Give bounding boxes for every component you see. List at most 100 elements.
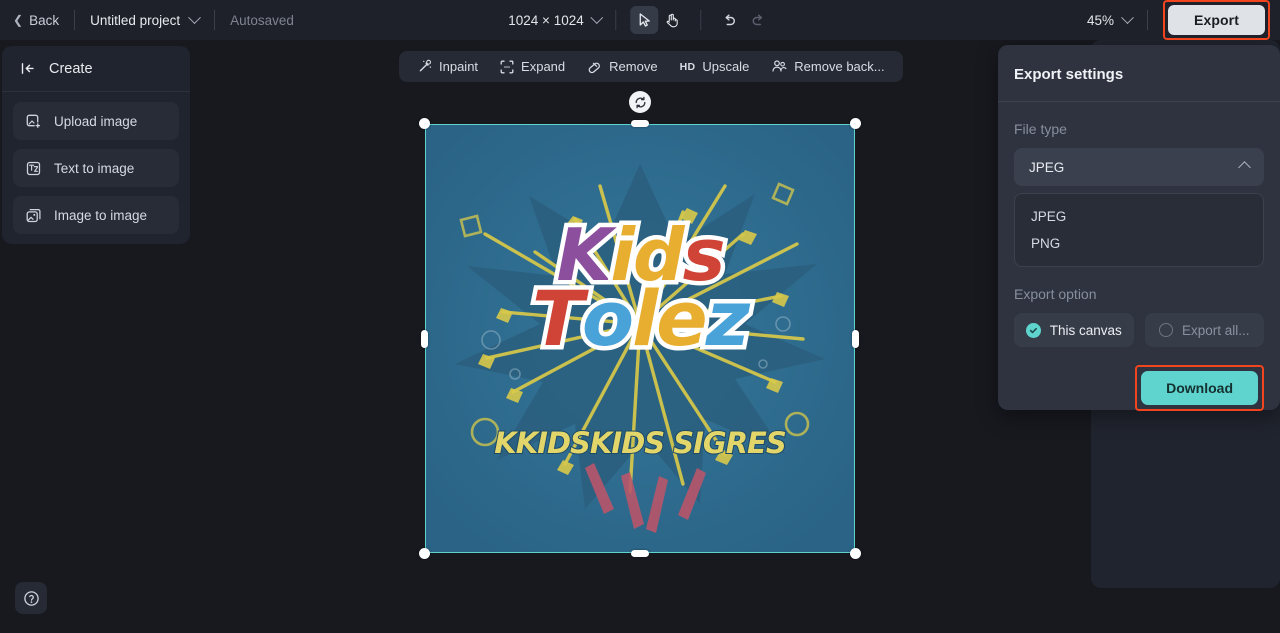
image-to-image-icon — [26, 208, 41, 222]
expand-frame-icon — [500, 60, 514, 73]
toolbar-item-label: Upscale — [702, 59, 750, 74]
artboard-selection[interactable]: Kids Tolez KKIDSKIDS SIGRES — [419, 91, 861, 559]
hd-badge-icon: HD — [679, 60, 696, 73]
top-bar: ❮ Back Untitled project Autosaved 1024 ×… — [0, 0, 1280, 40]
top-bar-left: ❮ Back Untitled project Autosaved — [0, 0, 294, 40]
sidebar-item-text-to-image[interactable]: Text to image — [13, 149, 179, 187]
file-type-options-list: JPEG PNG — [1014, 193, 1264, 267]
create-sidebar: Create Upload image Text to image Image … — [2, 46, 190, 244]
export-option-label: This canvas — [1049, 322, 1122, 338]
artwork-letter: l — [628, 274, 663, 364]
export-option-export-all[interactable]: Export all... — [1144, 313, 1264, 347]
divider — [615, 10, 617, 30]
resize-handle-top-left[interactable] — [419, 118, 430, 129]
remove-background-icon — [772, 60, 787, 72]
artwork-subtitle: KKIDSKIDS SIGRES — [493, 425, 788, 461]
resize-handle-bottom[interactable] — [631, 550, 649, 557]
divider — [700, 10, 702, 30]
download-button[interactable]: Download — [1141, 371, 1258, 405]
autosaved-status: Autosaved — [230, 12, 294, 28]
chevron-down-icon — [590, 10, 604, 24]
file-type-label: File type — [1014, 121, 1067, 137]
sidebar-items: Upload image Text to image Image to imag… — [2, 92, 190, 234]
undo-button[interactable] — [716, 6, 744, 34]
project-dropdown-button[interactable] — [188, 10, 201, 25]
undo-arrow-icon — [725, 14, 735, 25]
toolbar-item-remove-background[interactable]: Remove back... — [761, 54, 894, 79]
artwork-title-line2: Tolez — [425, 274, 855, 364]
top-bar-right: 45% Export — [1087, 0, 1280, 40]
resize-handle-top-right[interactable] — [850, 118, 861, 129]
resize-handle-left[interactable] — [421, 329, 428, 348]
divider — [74, 10, 76, 30]
canvas-size-selector[interactable]: 1024 × 1024 — [508, 10, 604, 28]
export-option-label: Export option — [1014, 286, 1097, 302]
resize-handle-top[interactable] — [631, 120, 649, 127]
divider — [214, 10, 216, 30]
file-type-select[interactable]: JPEG — [1014, 148, 1264, 186]
radio-empty-icon — [1158, 323, 1173, 337]
pan-tool-button[interactable] — [659, 6, 687, 34]
toolbar-item-label: Remove — [609, 59, 658, 74]
check-circle-icon — [1025, 322, 1041, 338]
chevron-left-icon: ❮ — [13, 13, 24, 27]
toolbar-item-label: Inpaint — [439, 59, 479, 74]
export-option-label: Export all... — [1181, 322, 1250, 338]
toolbar-item-expand[interactable]: Expand — [490, 54, 575, 79]
cursor-arrow-icon — [640, 13, 651, 27]
divider — [1147, 10, 1149, 30]
export-settings-body: File type JPEG JPEG PNG Export option Th… — [998, 121, 1280, 411]
canvas-context-toolbar: Inpaint Expand Remove HD Upscale Remove … — [399, 51, 903, 82]
help-button[interactable] — [15, 582, 47, 614]
select-tool-button[interactable] — [630, 6, 659, 34]
eraser-icon — [588, 62, 601, 74]
chevron-down-icon — [188, 10, 201, 24]
artwork-title: Kids Tolez — [425, 214, 855, 364]
export-button[interactable]: Export — [1168, 5, 1265, 35]
sidebar-header-create[interactable]: Create — [2, 46, 190, 92]
artwork-letter: T — [528, 274, 589, 364]
download-row: Download — [1014, 365, 1264, 411]
toolbar-item-remove[interactable]: Remove — [577, 54, 667, 79]
resize-handle-bottom-right[interactable] — [850, 548, 861, 559]
sidebar-item-label: Upload image — [54, 113, 138, 129]
file-type-option-jpeg[interactable]: JPEG — [1015, 203, 1263, 230]
export-settings-title: Export settings — [998, 45, 1280, 102]
artboard-image[interactable]: Kids Tolez KKIDSKIDS SIGRES — [425, 124, 855, 553]
zoom-level-selector[interactable]: 45% — [1087, 10, 1134, 28]
artwork-letter: e — [652, 274, 712, 364]
zoom-level-value: 45% — [1087, 12, 1115, 28]
sidebar-item-upload-image[interactable]: Upload image — [13, 102, 179, 140]
file-type-option-png[interactable]: PNG — [1015, 230, 1263, 257]
hand-icon — [667, 13, 679, 28]
resize-handle-bottom-left[interactable] — [419, 548, 430, 559]
toolbar-item-upscale[interactable]: HD Upscale — [670, 54, 760, 79]
sidebar-item-label: Image to image — [54, 207, 148, 223]
export-option-this-canvas[interactable]: This canvas — [1014, 313, 1134, 347]
rotate-icon — [635, 96, 645, 108]
collapse-panel-icon — [21, 62, 34, 74]
back-label: Back — [29, 12, 60, 28]
canvas-size-value: 1024 × 1024 — [508, 12, 584, 28]
chevron-up-icon — [1238, 160, 1251, 174]
toolbar-item-label: Remove back... — [794, 59, 885, 74]
back-button[interactable]: ❮ Back — [13, 13, 59, 28]
rotate-handle[interactable] — [629, 91, 651, 113]
artwork-letter: z — [701, 274, 754, 364]
toolbar-item-inpaint[interactable]: Inpaint — [407, 54, 488, 79]
top-bar-center: 1024 × 1024 — [508, 0, 771, 40]
sidebar-item-image-to-image[interactable]: Image to image — [13, 196, 179, 234]
export-option-row: This canvas Export all... — [1014, 313, 1264, 347]
export-settings-panel: Export settings File type JPEG JPEG PNG … — [998, 45, 1280, 411]
resize-handle-right[interactable] — [852, 329, 859, 348]
chevron-down-icon — [1121, 10, 1134, 24]
sidebar-header-label: Create — [49, 61, 93, 77]
project-name[interactable]: Untitled project — [90, 13, 180, 28]
upload-image-icon — [26, 114, 41, 129]
sidebar-item-label: Text to image — [54, 160, 135, 176]
export-button-wrapper: Export — [1163, 0, 1270, 40]
text-to-image-icon — [26, 161, 41, 175]
download-button-wrapper: Download — [1135, 365, 1264, 411]
redo-button[interactable] — [744, 6, 772, 34]
magic-wand-icon — [419, 59, 432, 72]
